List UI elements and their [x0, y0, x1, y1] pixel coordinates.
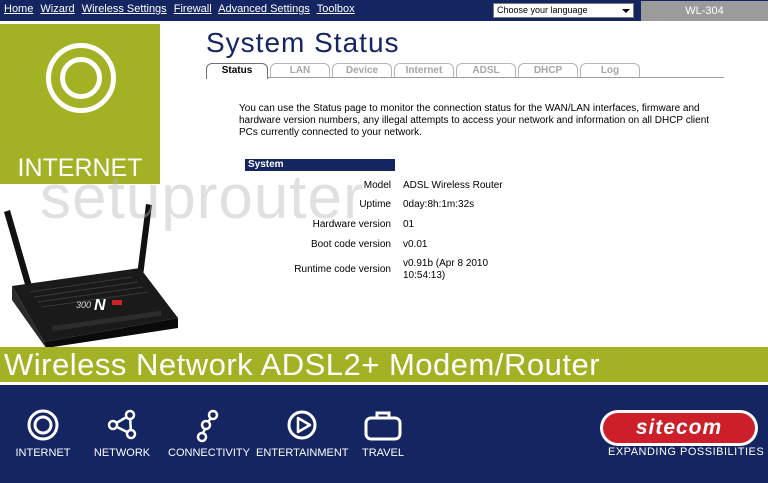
chevron-down-icon — [622, 9, 630, 13]
internet-icon — [27, 409, 59, 441]
row-label: Hardware version — [312, 219, 391, 230]
row-label: Model — [363, 180, 391, 191]
nav-link-home[interactable]: Home — [4, 3, 33, 15]
tab-lan[interactable]: LAN — [270, 63, 330, 77]
language-select[interactable]: Choose your language — [493, 3, 634, 18]
language-select-value: Choose your language — [497, 5, 588, 15]
page-title: System Status — [206, 27, 400, 58]
nav-link-advanced-settings[interactable]: Advanced Settings — [218, 3, 310, 15]
sitecom-logo[interactable]: sitecom — [600, 410, 758, 446]
product-banner: Wireless Network ADSL2+ Modem/Router — [0, 347, 768, 382]
tab-log[interactable]: Log — [580, 63, 640, 77]
system-row-bootcode-value: v0.01 — [403, 239, 428, 250]
row-label: Runtime code version — [294, 264, 391, 275]
footer-label: INTERNET — [15, 447, 71, 459]
entertainment-icon — [287, 410, 317, 440]
network-icon — [107, 409, 137, 440]
nav-link-wireless-settings[interactable]: Wireless Settings — [82, 3, 167, 15]
tab-status[interactable]: Status — [206, 63, 268, 79]
system-row-runtime-value: v0.91b (Apr 8 2010 10:54:13) — [403, 258, 489, 281]
tab-device[interactable]: Device — [332, 63, 392, 77]
tab-adsl[interactable]: ADSL — [456, 63, 516, 77]
status-tabs: Status LAN Device Internet ADSL DHCP Log — [206, 63, 724, 79]
connectivity-icon — [196, 409, 219, 443]
footer-bar: INTERNET NETWORK CONNECTIVITY ENTERTAINM… — [0, 385, 768, 483]
tab-dhcp[interactable]: DHCP — [518, 63, 578, 77]
row-label: Uptime — [359, 199, 391, 210]
footer-label: CONNECTIVITY — [168, 447, 250, 459]
nav-link-toolbox[interactable]: Toolbox — [317, 3, 355, 15]
footer-label: TRAVEL — [362, 447, 404, 459]
brand-tagline: EXPANDING POSSIBILITIES — [608, 446, 765, 458]
top-nav-links: Home Wizard Wireless Settings Firewall A… — [4, 3, 359, 15]
nav-link-wizard[interactable]: Wizard — [40, 3, 74, 15]
row-label: Boot code version — [310, 239, 391, 250]
nav-link-firewall[interactable]: Firewall — [174, 3, 212, 15]
svg-text:N: N — [94, 297, 106, 314]
system-row-uptime-value: 0day:8h:1m:32s — [403, 199, 475, 210]
tab-internet[interactable]: Internet — [394, 63, 454, 77]
system-row-hardware-value: 01 — [403, 219, 415, 230]
system-section-header: System — [245, 159, 395, 171]
sitecom-logo-text: sitecom — [603, 413, 755, 443]
status-description: You can use the Status page to monitor t… — [239, 103, 710, 138]
internet-icon — [46, 43, 116, 113]
footer-label: NETWORK — [93, 447, 151, 459]
footer-label: ENTERTAINMENT — [256, 447, 349, 459]
travel-icon — [364, 411, 402, 441]
svg-text:300: 300 — [76, 300, 91, 310]
model-badge: WL-304 — [641, 1, 768, 21]
internet-category-box: INTERNET — [0, 24, 160, 184]
system-row-model-value: ADSL Wireless Router — [403, 180, 503, 191]
